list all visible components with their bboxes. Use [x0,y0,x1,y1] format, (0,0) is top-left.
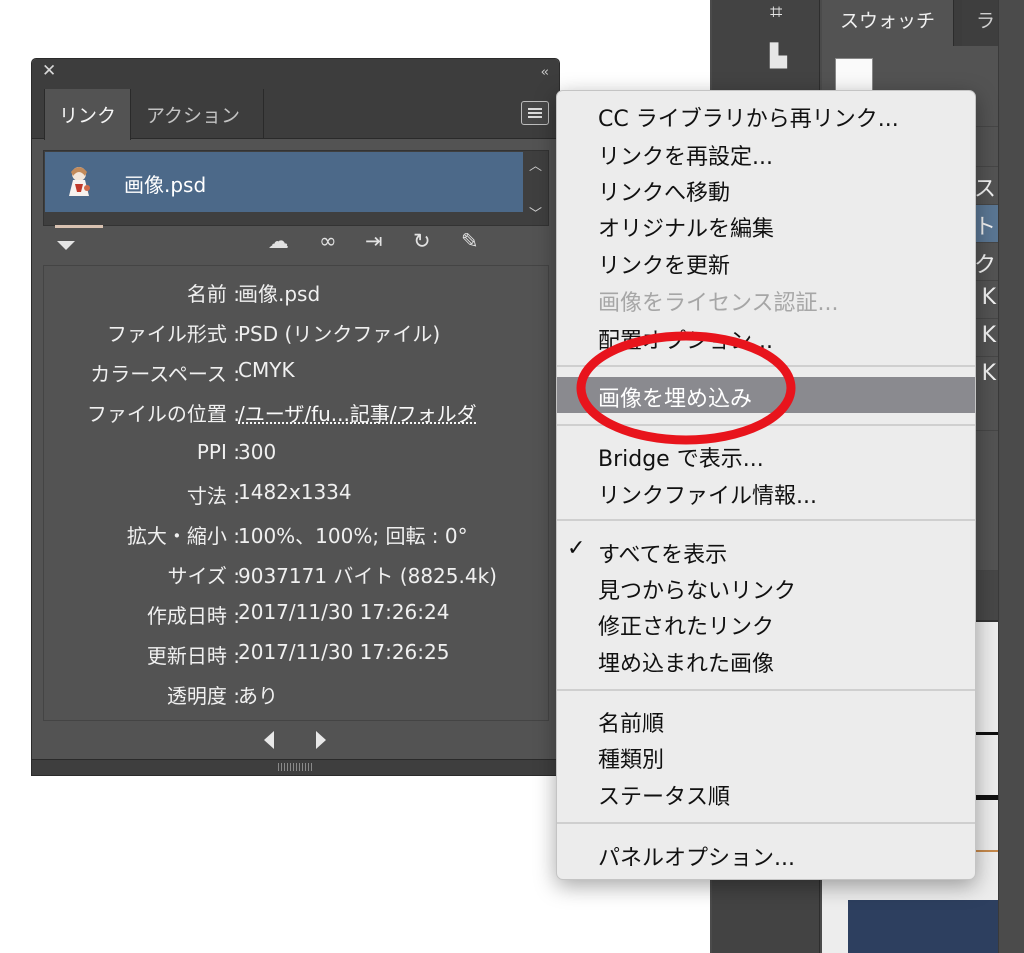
menu-item-placement-options[interactable]: 配置オプション... [557,319,975,355]
link-filename: 画像.psd [124,173,207,197]
align-icon[interactable]: ▙ [770,46,787,68]
edit-original-icon[interactable]: ✎ [461,231,479,252]
links-panel: ✕ ‹‹ リンク アクション 画像.psd ︿ ﹀ ☁ ∞ ⇥ ↻ ✎ 名前:… [31,58,560,776]
status-bar [55,225,103,228]
info-label: 更新日時 : [146,644,240,668]
menu-item-update-link[interactable]: リンクを更新 [557,244,975,280]
panel-menu-icon[interactable] [521,101,549,125]
info-row: ファイル形式 : PSD (リンクファイル) [44,314,550,354]
scroll-up-icon[interactable]: ︿ [529,155,542,174]
menu-item-reveal-in-bridge[interactable]: Bridge で表示... [557,437,975,473]
info-value: 1482x1334 [238,480,352,504]
info-value: 100%、100%; 回転 : 0° [238,524,468,548]
panel-resize-bar[interactable] [32,759,559,775]
link-navigation [32,723,559,759]
info-row: 拡大・縮小 : 100%、100%; 回転 : 0° [44,516,550,556]
info-label: ファイルの位置 : [86,402,240,426]
menu-item-sort-by-name[interactable]: 名前順 [557,702,975,738]
info-value: 9037171 バイト (8825.4k) [238,564,497,588]
goto-link-icon[interactable]: ⇥ [365,231,383,252]
info-value: 2017/11/30 17:26:24 [238,600,450,624]
doc-rule [975,732,998,735]
info-label: 拡大・縮小 : [126,524,240,548]
link-info: 名前 : 画像.psd ファイル形式 : PSD (リンクファイル) カラースペ… [43,265,549,721]
menu-item-embed-image[interactable]: 画像を埋め込み [557,377,975,413]
info-row: 作成日時 : 2017/11/30 17:26:24 [44,596,550,636]
info-label: カラースペース : [90,362,240,386]
menu-separator [557,519,975,521]
menu-item-show-all[interactable]: ✓ すべてを表示 [557,533,975,569]
info-label: 透明度 : [166,684,240,708]
menu-separator [557,822,975,824]
distribute-icon[interactable]: ⌗ [770,2,782,24]
info-value: あり [238,684,278,708]
info-row: サイズ : 9037171 バイト (8825.4k) [44,556,550,596]
swatch-row-label: ス [973,177,996,202]
menu-item-license-image: 画像をライセンス認証... [598,291,839,316]
menu-item-modified-links[interactable]: 修正されたリンク [557,605,975,641]
relink-icon[interactable]: ∞ [319,231,337,252]
resize-grip-icon[interactable] [278,763,314,771]
info-value: 300 [238,440,277,464]
menu-item-relink[interactable]: リンクを再設定... [557,135,975,171]
menu-separator [557,689,975,691]
info-row: ファイルの位置 : /ユーザ/fu...記事/フォルダ [44,394,550,434]
collapse-icon[interactable]: ‹‹ [541,65,550,80]
info-row: 名前 : 画像.psd [44,274,550,314]
menu-item-sort-by-status[interactable]: ステータス順 [557,775,975,811]
links-list: 画像.psd ︿ ﹀ [43,150,549,228]
doc-rule [975,850,998,852]
swatch-row-label: K [981,323,996,348]
info-label: PPI : [196,440,240,464]
menu-item-go-to-link[interactable]: リンクへ移動 [557,171,975,207]
menu-item-embedded-images[interactable]: 埋め込まれた画像 [557,642,975,678]
info-row: 透明度 : あり [44,676,550,716]
info-row: カラースペース : CMYK [44,354,550,394]
panel-tabs: リンク アクション [32,89,559,140]
tab-links[interactable]: リンク [44,89,132,140]
info-label: 名前 : [186,282,240,306]
file-location-link[interactable]: /ユーザ/fu...記事/フォルダ [238,398,477,427]
update-link-icon[interactable]: ↻ [413,231,431,252]
menu-item-edit-original[interactable]: オリジナルを編集 [557,207,975,243]
disclosure-triangle-icon[interactable] [57,241,75,250]
info-label: 作成日時 : [146,604,240,628]
image-thumbnail-icon [65,164,93,198]
panel-flyout-menu: CC ライブラリから再リンク... リンクを再設定... リンクへ移動 オリジナ… [556,90,976,880]
info-row: PPI : 300 [44,436,550,476]
swatch-row-label: K [981,361,996,386]
links-toolbar: ☁ ∞ ⇥ ↻ ✎ [43,229,549,263]
menu-item-missing-links[interactable]: 見つからないリンク [557,569,975,605]
info-label: ファイル形式 : [106,322,240,346]
info-row: 更新日時 : 2017/11/30 17:26:25 [44,636,550,676]
scroll-down-icon[interactable]: ﹀ [529,203,542,222]
menu-item-sort-by-type[interactable]: 種類別 [557,738,975,774]
list-item[interactable]: 画像.psd [45,152,523,212]
swatch-tab-bar: スウォッチ ラ [822,0,1024,46]
info-label: サイズ : [167,564,241,588]
cc-relink-icon[interactable]: ☁ [268,231,289,252]
info-value: 画像.psd [238,282,321,306]
panel-title-bar: ✕ ‹‹ [32,59,559,89]
info-row: 寸法 : 1482x1334 [44,476,550,516]
panel-edge [998,0,1024,953]
menu-separator [557,365,975,367]
tab-actions[interactable]: アクション [132,89,264,139]
menu-item-relink-cc[interactable]: CC ライブラリから再リンク... [557,97,975,133]
previous-link-icon[interactable] [264,731,274,749]
info-value: 2017/11/30 17:26:25 [238,640,450,664]
menu-separator [557,424,975,426]
tab-swatches[interactable]: スウォッチ [822,0,955,46]
next-link-icon[interactable] [316,731,326,749]
swatch-row-label: K [981,285,996,310]
info-label: 寸法 : [186,484,240,508]
doc-rule [975,795,998,800]
checkmark-icon: ✓ [567,536,586,561]
close-icon[interactable]: ✕ [42,63,56,80]
info-value: CMYK [238,358,295,382]
doc-image [848,900,998,953]
menu-item-link-file-info[interactable]: リンクファイル情報... [557,474,975,510]
menu-item-panel-options[interactable]: パネルオプション... [557,836,975,872]
info-value: PSD (リンクファイル) [238,322,441,346]
